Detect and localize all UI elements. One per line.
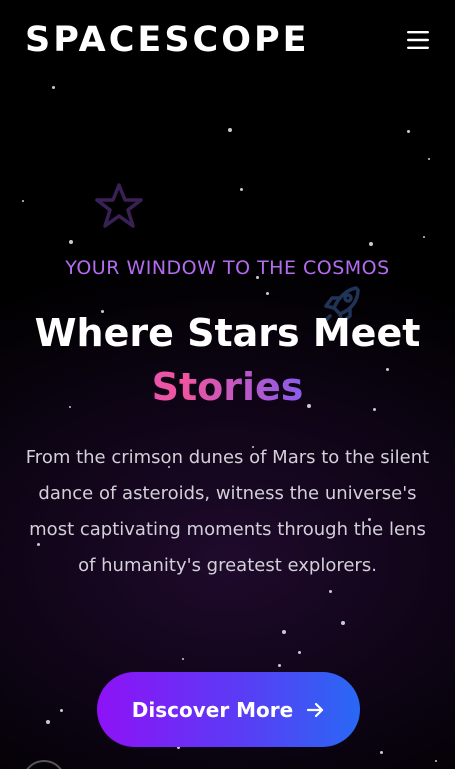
- star-dot: [60, 709, 63, 712]
- discover-more-button[interactable]: Discover More: [97, 672, 360, 747]
- site-header: SPACESCOPE: [0, 0, 455, 82]
- star-dot: [228, 128, 232, 132]
- arrow-right-icon: [307, 702, 324, 717]
- star-dot: [182, 658, 184, 660]
- brand-logo[interactable]: SPACESCOPE: [25, 20, 310, 60]
- star-outline-icon: [95, 183, 143, 228]
- hamburger-menu-icon[interactable]: [403, 28, 433, 52]
- page: SPACESCOPE YOUR WINDOW TO THE COSMOS Whe…: [0, 0, 455, 769]
- hero-headline: Where Stars Meet: [34, 311, 421, 355]
- star-dot: [329, 590, 332, 593]
- star-dot: [240, 188, 243, 191]
- star-dot: [341, 621, 345, 625]
- star-dot: [278, 664, 281, 667]
- star-dot: [298, 651, 301, 654]
- discover-more-label: Discover More: [131, 697, 294, 722]
- star-dot: [435, 760, 437, 762]
- star-dot: [46, 720, 50, 724]
- star-dot: [282, 630, 286, 634]
- hero-description: From the crimson dunes of Mars to the si…: [25, 447, 430, 576]
- hero-headline-accent: Stories: [0, 360, 455, 414]
- scroll-indicator[interactable]: [22, 760, 66, 769]
- star-dot: [369, 242, 373, 246]
- star-dot: [428, 158, 430, 160]
- hero-tagline: YOUR WINDOW TO THE COSMOS: [65, 257, 390, 279]
- hero-section: YOUR WINDOW TO THE COSMOS Where Stars Me…: [0, 252, 455, 584]
- star-dot: [380, 751, 383, 754]
- star-dot: [52, 86, 55, 89]
- star-dot: [69, 240, 73, 244]
- star-dot: [423, 236, 425, 238]
- star-dot: [22, 200, 24, 202]
- star-dot: [407, 130, 410, 133]
